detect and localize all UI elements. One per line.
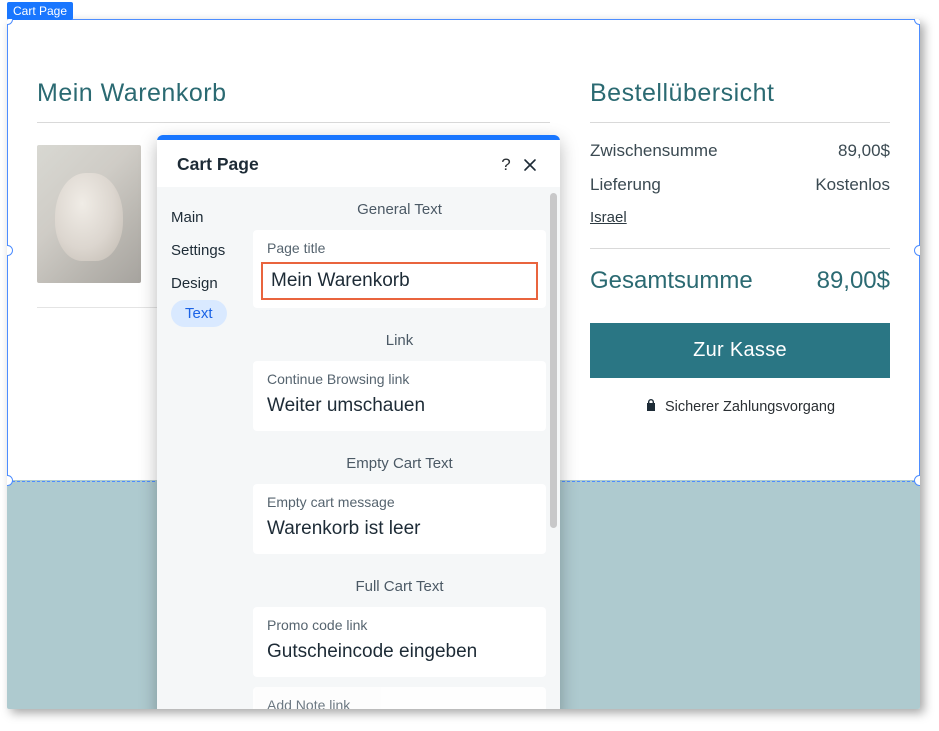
cart-title: Mein Warenkorb: [37, 79, 550, 108]
divider: [590, 122, 890, 123]
popup-title: Cart Page: [177, 154, 259, 175]
field-label: Promo code link: [267, 617, 532, 633]
total-label: Gesamtsumme: [590, 267, 753, 295]
tab-design[interactable]: Design: [171, 267, 253, 300]
help-button[interactable]: ?: [494, 155, 518, 175]
page-title-field[interactable]: Page title Mein Warenkorb: [253, 230, 546, 308]
field-value[interactable]: Weiter umschauen: [267, 395, 532, 417]
resize-handle-ml[interactable]: [7, 245, 13, 256]
tab-settings[interactable]: Settings: [171, 234, 253, 267]
close-icon: [523, 158, 537, 172]
resize-handle-tr[interactable]: [914, 19, 920, 25]
section-header-general-text: General Text: [253, 187, 546, 230]
field-value[interactable]: Gutscheincode eingeben: [267, 641, 532, 663]
summary-title: Bestellübersicht: [590, 79, 890, 108]
close-button[interactable]: [518, 158, 542, 172]
section-header-empty-cart: Empty Cart Text: [253, 441, 546, 484]
secure-checkout-note: Sicherer Zahlungsvorgang: [590, 398, 890, 415]
product-image[interactable]: [37, 145, 141, 283]
section-header-link: Link: [253, 318, 546, 361]
divider: [590, 248, 890, 249]
shipping-label: Lieferung: [590, 175, 661, 195]
section-header-full-cart: Full Cart Text: [253, 564, 546, 607]
tab-text[interactable]: Text: [171, 300, 227, 327]
field-value[interactable]: Warenkorb ist leer: [267, 518, 532, 540]
field-label: Empty cart message: [267, 494, 532, 510]
lock-icon: [645, 398, 657, 415]
editor-canvas[interactable]: Mein Warenkorb 0$ ✕ Bestellübersicht: [7, 19, 920, 709]
field-label: Page title: [267, 240, 532, 256]
shipping-value: Kostenlos: [815, 175, 890, 195]
cart-page-settings-popup: Cart Page ? Main Settings Design Text Ge…: [157, 135, 560, 709]
field-label: Continue Browsing link: [267, 371, 532, 387]
scrollbar-thumb[interactable]: [550, 193, 557, 528]
popup-sidebar: Main Settings Design Text: [157, 187, 253, 709]
empty-cart-message-field[interactable]: Empty cart message Warenkorb ist leer: [253, 484, 546, 554]
add-note-link-field[interactable]: Add Note link: [253, 687, 546, 709]
promo-code-link-field[interactable]: Promo code link Gutscheincode eingeben: [253, 607, 546, 677]
deliver-to-link[interactable]: Israel: [590, 209, 627, 226]
field-value[interactable]: Mein Warenkorb: [261, 262, 538, 300]
subtotal-label: Zwischensumme: [590, 141, 718, 161]
tab-main[interactable]: Main: [171, 201, 253, 234]
selection-tag: Cart Page: [7, 2, 73, 20]
divider: [37, 122, 550, 123]
checkout-button[interactable]: Zur Kasse: [590, 323, 890, 378]
resize-handle-mr[interactable]: [914, 245, 920, 256]
popup-content: General Text Page title Mein Warenkorb L…: [253, 187, 560, 709]
subtotal-value: 89,00$: [838, 141, 890, 161]
field-label: Add Note link: [267, 697, 532, 709]
continue-browsing-field[interactable]: Continue Browsing link Weiter umschauen: [253, 361, 546, 431]
total-value: 89,00$: [817, 267, 890, 295]
